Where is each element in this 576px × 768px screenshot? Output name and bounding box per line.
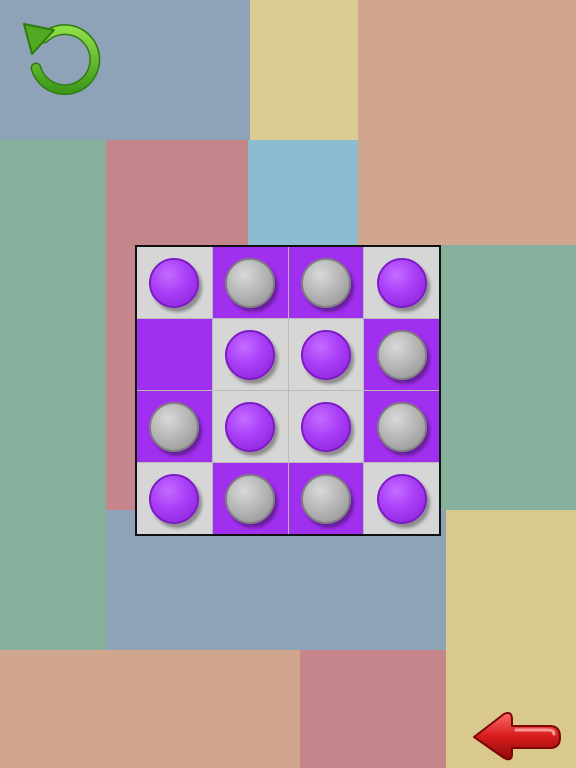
board-cell[interactable] (288, 247, 364, 318)
purple-piece[interactable] (376, 257, 427, 308)
board-cell[interactable] (288, 391, 364, 462)
background-block (248, 140, 358, 245)
undo-arrow-icon (23, 23, 101, 96)
background-block (300, 650, 446, 768)
gray-piece[interactable] (300, 473, 351, 524)
board-cell[interactable] (212, 247, 288, 318)
purple-piece[interactable] (149, 257, 200, 308)
board-cell[interactable] (288, 463, 364, 534)
gray-piece[interactable] (225, 257, 276, 308)
back-arrow-icon (473, 711, 561, 761)
background-block (440, 245, 576, 510)
background-block (0, 140, 106, 650)
purple-piece[interactable] (225, 401, 276, 452)
board-cell[interactable] (364, 391, 439, 462)
game-board (135, 245, 441, 536)
board-cell[interactable] (212, 463, 288, 534)
board-cell[interactable] (212, 319, 288, 390)
board-cell[interactable] (137, 463, 212, 534)
board-cell[interactable] (288, 319, 364, 390)
board-cell[interactable] (137, 391, 212, 462)
purple-piece[interactable] (149, 473, 200, 524)
background-block (358, 0, 576, 245)
board-cell[interactable] (364, 463, 439, 534)
board-cell[interactable] (137, 247, 212, 318)
gray-piece[interactable] (376, 329, 427, 380)
board-cell[interactable] (364, 247, 439, 318)
back-button[interactable] (470, 710, 562, 762)
background-block (250, 0, 358, 140)
undo-button[interactable] (18, 16, 102, 96)
background-block (0, 650, 300, 768)
purple-piece[interactable] (376, 473, 427, 524)
board-cell[interactable] (137, 319, 212, 390)
purple-piece[interactable] (300, 329, 351, 380)
gray-piece[interactable] (225, 473, 276, 524)
purple-piece[interactable] (225, 329, 276, 380)
gray-piece[interactable] (376, 401, 427, 452)
gray-piece[interactable] (300, 257, 351, 308)
board-cell[interactable] (212, 391, 288, 462)
board-cell[interactable] (364, 319, 439, 390)
gray-piece[interactable] (149, 401, 200, 452)
purple-piece[interactable] (300, 401, 351, 452)
